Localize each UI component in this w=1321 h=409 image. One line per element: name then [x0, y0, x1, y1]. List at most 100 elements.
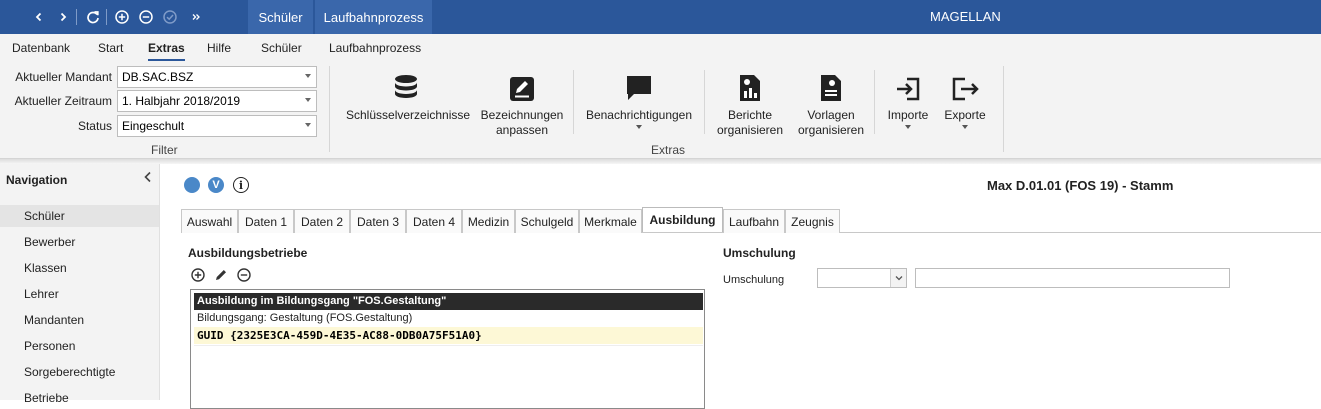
database-icon — [346, 68, 466, 102]
berichte-label-2: organisieren — [716, 123, 784, 137]
menu-laufbahnprozess[interactable]: Laufbahnprozess — [329, 41, 421, 55]
more-icon[interactable] — [186, 6, 206, 28]
menu-schueler[interactable]: Schüler — [261, 41, 302, 55]
status-value: Eingeschult — [122, 119, 185, 133]
add-record-icon[interactable] — [112, 6, 132, 28]
benachrichtigungen-label: Benachrichtigungen — [585, 108, 693, 122]
nav-item-lehrer[interactable]: Lehrer — [24, 287, 59, 301]
report-settings-icon — [712, 68, 788, 102]
tab-zeugnis[interactable]: Zeugnis — [785, 209, 840, 233]
export-icon — [940, 68, 990, 102]
pencil-icon[interactable] — [214, 268, 228, 282]
nav-item-klassen[interactable]: Klassen — [24, 261, 67, 275]
title-bar: Schüler Laufbahnprozess MAGELLAN — [0, 0, 1321, 34]
list-item[interactable]: GUID {2325E3CA-459D-4E35-AC88-0DB0A75F51… — [194, 327, 703, 344]
benachrichtigungen-button[interactable]: Benachrichtigungen — [582, 68, 696, 129]
schluessel-label: Schlüsselverzeichnisse — [346, 108, 471, 122]
berichte-button[interactable]: Berichte organisieren — [712, 68, 788, 138]
tab-medizin[interactable]: Medizin — [462, 209, 515, 233]
remove-record-icon[interactable] — [136, 6, 156, 28]
nav-item-schueler[interactable]: Schüler — [24, 209, 65, 223]
menu-start[interactable]: Start — [98, 41, 123, 55]
tab-auswahl[interactable]: Auswahl — [181, 209, 238, 233]
add-icon[interactable] — [191, 268, 205, 282]
filter-group-label: Filter — [151, 143, 178, 157]
schluesselverzeichnisse-button[interactable]: Schlüsselverzeichnisse — [346, 68, 471, 123]
navigation-panel: Navigation Schüler Bewerber Klassen Lehr… — [0, 164, 160, 405]
context-tab-laufbahnprozess[interactable]: Laufbahnprozess — [315, 0, 432, 34]
ausbildung-list[interactable]: Ausbildung im Bildungsgang "FOS.Gestaltu… — [190, 289, 705, 409]
vorlagen-button[interactable]: Vorlagen organisieren — [794, 68, 868, 138]
tab-ausbildung[interactable]: Ausbildung — [642, 207, 723, 232]
tab-daten-1[interactable]: Daten 1 — [238, 209, 294, 233]
forward-icon[interactable] — [53, 6, 73, 28]
nav-item-betriebe[interactable]: Betriebe — [24, 391, 69, 405]
status-select[interactable]: Eingeschult — [117, 115, 317, 137]
umschulung-select[interactable] — [817, 268, 907, 288]
chevron-down-icon — [905, 125, 911, 129]
menu-hilfe[interactable]: Hilfe — [207, 41, 231, 55]
chevron-down-icon[interactable] — [890, 269, 906, 287]
remove-icon[interactable] — [237, 268, 251, 282]
importe-label: Importe — [887, 108, 929, 122]
mandant-label: Aktueller Mandant — [15, 70, 112, 84]
berichte-label-1: Berichte — [727, 108, 773, 122]
zeitraum-select[interactable]: 1. Halbjahr 2018/2019 — [117, 90, 317, 112]
tab-merkmale[interactable]: Merkmale — [579, 209, 642, 233]
vorlagen-label-1: Vorlagen — [807, 108, 855, 122]
list-item[interactable]: Bildungsgang: Gestaltung (FOS.Gestaltung… — [194, 310, 703, 327]
tab-schulgeld[interactable]: Schulgeld — [515, 209, 579, 233]
tab-daten-4[interactable]: Daten 4 — [406, 209, 462, 233]
importe-button[interactable]: Importe — [881, 68, 935, 129]
chevron-down-icon — [636, 125, 642, 129]
context-tab-schueler[interactable]: Schüler — [248, 0, 313, 34]
ausbildungsbetriebe-title: Ausbildungsbetriebe — [188, 246, 308, 260]
version-icon[interactable]: V — [208, 177, 224, 193]
tab-strip: Auswahl Daten 1 Daten 2 Daten 3 Daten 4 … — [181, 207, 1321, 233]
confirm-icon[interactable] — [160, 6, 180, 28]
tab-laufbahn[interactable]: Laufbahn — [723, 209, 785, 233]
info-icon[interactable]: i — [233, 177, 249, 193]
bezeichnungen-button[interactable]: Bezeichnungen anpassen — [478, 68, 566, 138]
status-dot-icon — [184, 177, 200, 193]
nav-item-sorgeberechtigte[interactable]: Sorgeberechtigte — [24, 365, 115, 379]
chevron-down-icon — [305, 74, 311, 78]
umschulung-text-field[interactable] — [915, 268, 1230, 288]
list-item[interactable]: Ausbildung im Bildungsgang "FOS.Gestaltu… — [194, 293, 703, 310]
refresh-icon[interactable] — [83, 6, 103, 28]
chevron-down-icon — [305, 123, 311, 127]
import-icon — [881, 68, 935, 102]
menu-bar: Datenbank Start Extras Hilfe Schüler Lau… — [0, 34, 1321, 62]
tab-daten-2[interactable]: Daten 2 — [294, 209, 350, 233]
edit-icon — [478, 68, 566, 102]
umschulung-title: Umschulung — [723, 246, 796, 260]
collapse-icon[interactable] — [143, 170, 153, 186]
chevron-down-icon — [305, 98, 311, 102]
ribbon: Aktueller Mandant DB.SAC.BSZ Aktueller Z… — [0, 62, 1321, 159]
umschulung-label: Umschulung — [723, 274, 785, 286]
extras-group-label: Extras — [651, 143, 686, 157]
bez-label-2: anpassen — [495, 123, 549, 137]
chevron-down-icon — [962, 125, 968, 129]
back-icon[interactable] — [29, 6, 49, 28]
nav-item-personen[interactable]: Personen — [24, 339, 75, 353]
menu-extras[interactable]: Extras — [148, 41, 185, 61]
menu-datenbank[interactable]: Datenbank — [12, 41, 70, 55]
exporte-button[interactable]: Exporte — [940, 68, 990, 129]
list-item — [194, 345, 703, 355]
main-content: V i Max D.01.01 (FOS 19) - Stamm Auswahl… — [176, 164, 1321, 409]
nav-item-mandanten[interactable]: Mandanten — [24, 313, 84, 327]
template-settings-icon — [794, 68, 868, 102]
mandant-select[interactable]: DB.SAC.BSZ — [117, 66, 317, 88]
bez-label-1: Bezeichnungen — [480, 108, 564, 122]
zeitraum-value: 1. Halbjahr 2018/2019 — [122, 94, 241, 108]
nav-item-bewerber[interactable]: Bewerber — [24, 235, 75, 249]
record-title: Max D.01.01 (FOS 19) - Stamm — [987, 178, 1174, 193]
vorlagen-label-2: organisieren — [797, 123, 865, 137]
zeitraum-label: Aktueller Zeitraum — [14, 94, 112, 108]
exporte-label: Exporte — [944, 108, 986, 122]
tab-daten-3[interactable]: Daten 3 — [350, 209, 406, 233]
status-label: Status — [77, 119, 112, 133]
app-title: MAGELLAN — [930, 9, 1001, 24]
navigation-title: Navigation — [6, 173, 68, 187]
